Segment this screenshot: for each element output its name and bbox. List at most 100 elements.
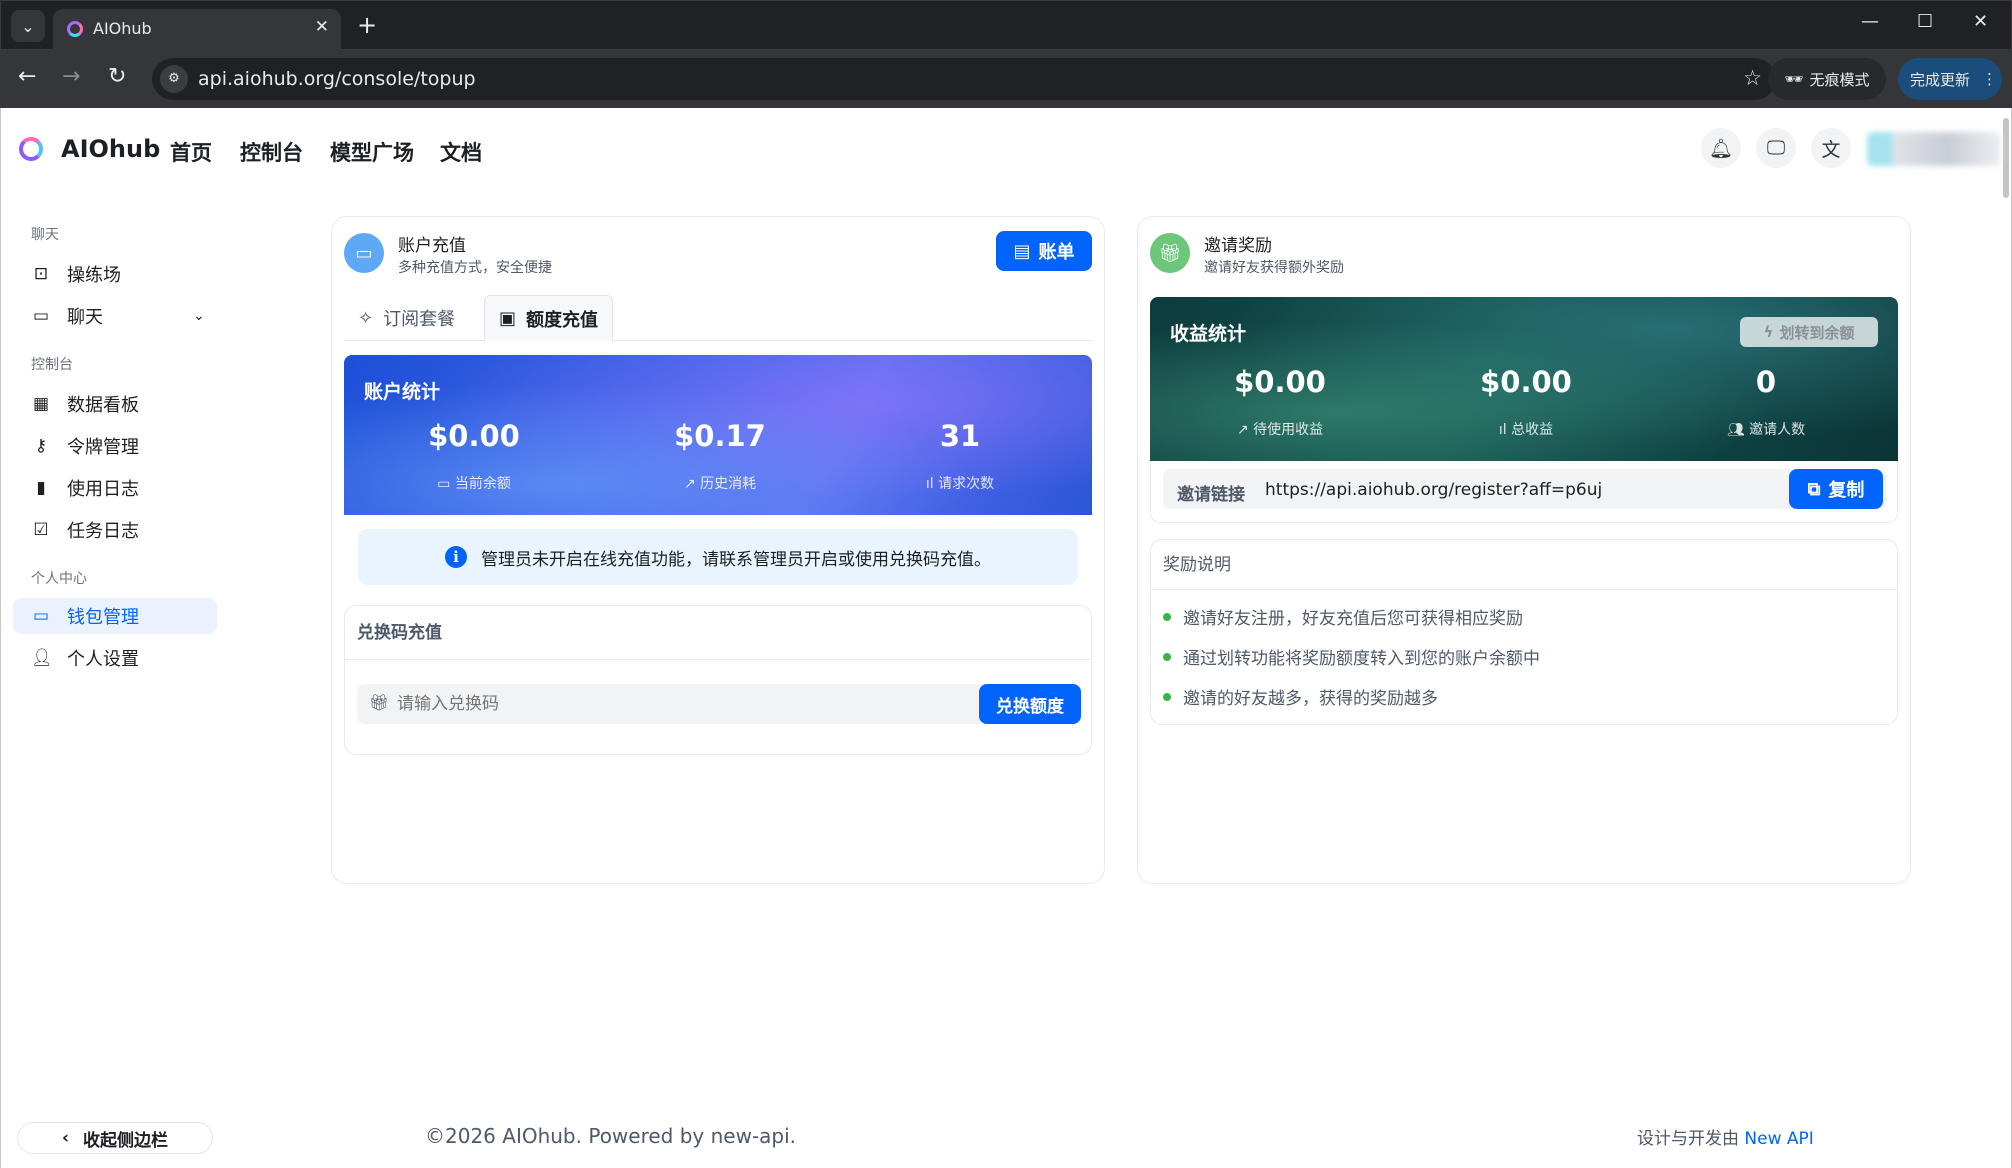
footer-credit-prefix: 设计与开发由 [1637,1129,1739,1149]
sidebar-label: 使用日志 [67,479,139,500]
rule-bullet-icon [1163,693,1171,701]
sidebar-item-settings[interactable]: 👤︎ 个人设置 [13,640,217,676]
redeem-title: 兑换码充值 [345,606,1091,660]
nav-console[interactable]: 控制台 [240,137,303,167]
sidebar-label: 任务日志 [67,521,139,542]
tab-quota-recharge[interactable]: ▣ 额度充值 [484,295,614,341]
incognito-indicator[interactable]: 🕶 无痕模式 [1768,58,1886,100]
chevron-down-icon[interactable]: ⌄ [193,308,205,324]
invite-card: 🎁︎ 邀请奖励 邀请好友获得额外奖励 收益统计 ϟ 划转到余额 $0.00 ↗ … [1137,216,1911,884]
transfer-to-balance-button[interactable]: ϟ 划转到余额 [1740,317,1878,347]
total-earnings-label: ıl 总收益 [1498,422,1554,438]
rule-text: 邀请好友注册，好友充值后您可获得相应奖励 [1183,609,1523,629]
invite-link-url[interactable]: https://api.aiohub.org/register?aff=p6uj [1265,480,1602,500]
sidebar-group-personal: 个人中心 [31,571,87,587]
sidebar-item-dashboard[interactable]: ▦ 数据看板 [13,386,217,422]
back-arrow-icon[interactable]: ← [18,64,36,89]
redeem-input-row: 🎁︎ 兑换额度 [357,684,1081,724]
display-monitor-icon[interactable]: 🖵 [1756,128,1796,168]
gift-icon: 🎁︎ [369,693,390,712]
new-api-link[interactable]: New API [1744,1129,1813,1149]
balance-value: $0.00 [428,419,520,453]
topup-title: 账户充值 [398,236,466,256]
brand-name[interactable]: AIOhub [61,135,160,163]
total-earnings-value: $0.00 [1480,365,1572,399]
gift-icon: 🎁︎ [1150,233,1190,273]
history-spend-value: $0.17 [674,419,766,453]
history-spend-label: ↗ 历史消耗 [683,476,757,492]
window-close-icon[interactable]: ✕ [1973,11,1988,32]
sidebar-item-chat[interactable]: ▭ 聊天 ⌄ [13,298,217,334]
chat-bubble-icon: ▭ [32,306,50,326]
update-label: 完成更新 [1910,70,1971,89]
sidebar-label: 数据看板 [67,395,139,416]
nav-docs[interactable]: 文档 [440,137,482,167]
site-favicon-icon [67,21,83,37]
checkbox-icon: ☑ [33,520,49,540]
brand-logo-icon[interactable] [19,137,43,161]
sidebar-item-tokens[interactable]: ⚷ 令牌管理 [13,428,217,464]
balance-label: ▭ 当前余额 [437,476,511,492]
invite-link-box: 邀请链接 https://api.aiohub.org/register?aff… [1150,461,1898,523]
footer-credit: 设计与开发由 New API [1637,1124,1814,1149]
notice-text: 管理员未开启在线充值功能，请联系管理员开启或使用兑换码充值。 [481,549,991,570]
credit-card-icon: ▭ [344,233,384,273]
key-icon: ⚷ [34,436,48,456]
maximize-icon[interactable]: ☐ [1917,11,1933,32]
nav-home[interactable]: 首页 [170,137,212,167]
forward-arrow-icon[interactable]: → [62,64,80,89]
topup-card: ▭ 账户充值 多种充值方式，安全便捷 ▤ 账单 ✧ 订阅套餐 ▣ 额度充值 账户… [331,216,1105,884]
page-scrollbar[interactable] [2003,118,2009,198]
site-info-icon[interactable]: ⚙ [160,65,188,93]
tab-close-icon[interactable]: ✕ [315,17,329,37]
sidebar-item-usage-log[interactable]: ▮ 使用日志 [13,470,217,506]
invite-count-value: 0 [1755,365,1777,399]
sidebar-group-chat: 聊天 [31,227,59,243]
tab-label: 额度充值 [526,309,599,331]
browser-tab-bar: ⌄ AIOhub ✕ + — ☐ ✕ [0,0,2012,51]
rule-bullet-icon [1163,613,1171,621]
redeem-button[interactable]: 兑换额度 [979,684,1081,724]
sidebar-item-playground[interactable]: ⊡ 操练场 [13,256,217,292]
sidebar-item-task-log[interactable]: ☑ 任务日志 [13,512,217,548]
receipt-icon: ▤ [1013,240,1031,262]
sidebar-label: 钱包管理 [67,607,139,628]
reward-rules-title: 奖励说明 [1151,540,1897,590]
recharge-disabled-notice: i 管理员未开启在线充值功能，请联系管理员开启或使用兑换码充值。 [358,529,1078,585]
app-page: AIOhub 首页 控制台 模型广场 文档 🔔︎ 🖵 文 聊天 ⊡ 操练场 ▭ … [0,108,2012,1168]
invite-subtitle: 邀请好友获得额外奖励 [1204,260,1344,276]
copy-button[interactable]: ⧉ 复制 [1789,469,1883,509]
tab-subscription[interactable]: ✧ 订阅套餐 [344,295,469,341]
reload-icon[interactable]: ↻ [108,64,126,89]
bar-chart-icon: ▮ [36,478,46,498]
user-avatar-blurred[interactable] [1867,132,2001,166]
incognito-icon: 🕶 [1784,70,1804,88]
address-bar[interactable]: ⚙ api.aiohub.org/console/topup ☆ [152,58,1776,100]
more-menu-icon[interactable]: ⋮ [1982,70,1997,88]
new-tab-plus-icon[interactable]: + [357,11,377,39]
rule-text: 通过划转功能将奖励额度转入到您的账户余额中 [1183,649,1540,669]
collapse-sidebar-label: 收起侧边栏 [83,1130,168,1151]
update-button[interactable]: 完成更新 ⋮ [1898,58,2002,100]
bookmark-star-icon[interactable]: ☆ [1743,66,1762,90]
sidebar-item-wallet[interactable]: ▭ 钱包管理 [13,598,217,634]
collapse-sidebar-button[interactable]: ‹ 收起侧边栏 [17,1122,213,1154]
topup-tabs: ✧ 订阅套餐 ▣ 额度充值 [344,295,1092,341]
bill-button[interactable]: ▤ 账单 [996,231,1092,271]
sparkle-icon: ✧ [358,307,374,329]
pending-earnings-label: ↗ 待使用收益 [1236,422,1324,438]
sidebar-label: 个人设置 [67,649,139,670]
nav-model-market[interactable]: 模型广场 [330,137,414,167]
notification-bell-icon[interactable]: 🔔︎ [1701,128,1741,168]
tab-label: 订阅套餐 [383,309,456,330]
address-url[interactable]: api.aiohub.org/console/topup [198,68,476,90]
tab-search-chevron-icon[interactable]: ⌄ [11,10,45,42]
rule-bullet-icon [1163,653,1171,661]
minimize-icon[interactable]: — [1861,11,1879,32]
browser-tab[interactable]: AIOhub ✕ [53,9,341,51]
account-stats-panel: 账户统计 $0.00 ▭ 当前余额 $0.17 ↗ 历史消耗 31 ıl 请求次… [344,355,1092,515]
sidebar-group-console: 控制台 [31,357,73,373]
language-translate-icon[interactable]: 文 [1811,128,1851,168]
redeem-code-input[interactable] [397,684,967,724]
footer-copyright: ©2026 AIOhub. Powered by new-api. [425,1124,797,1148]
